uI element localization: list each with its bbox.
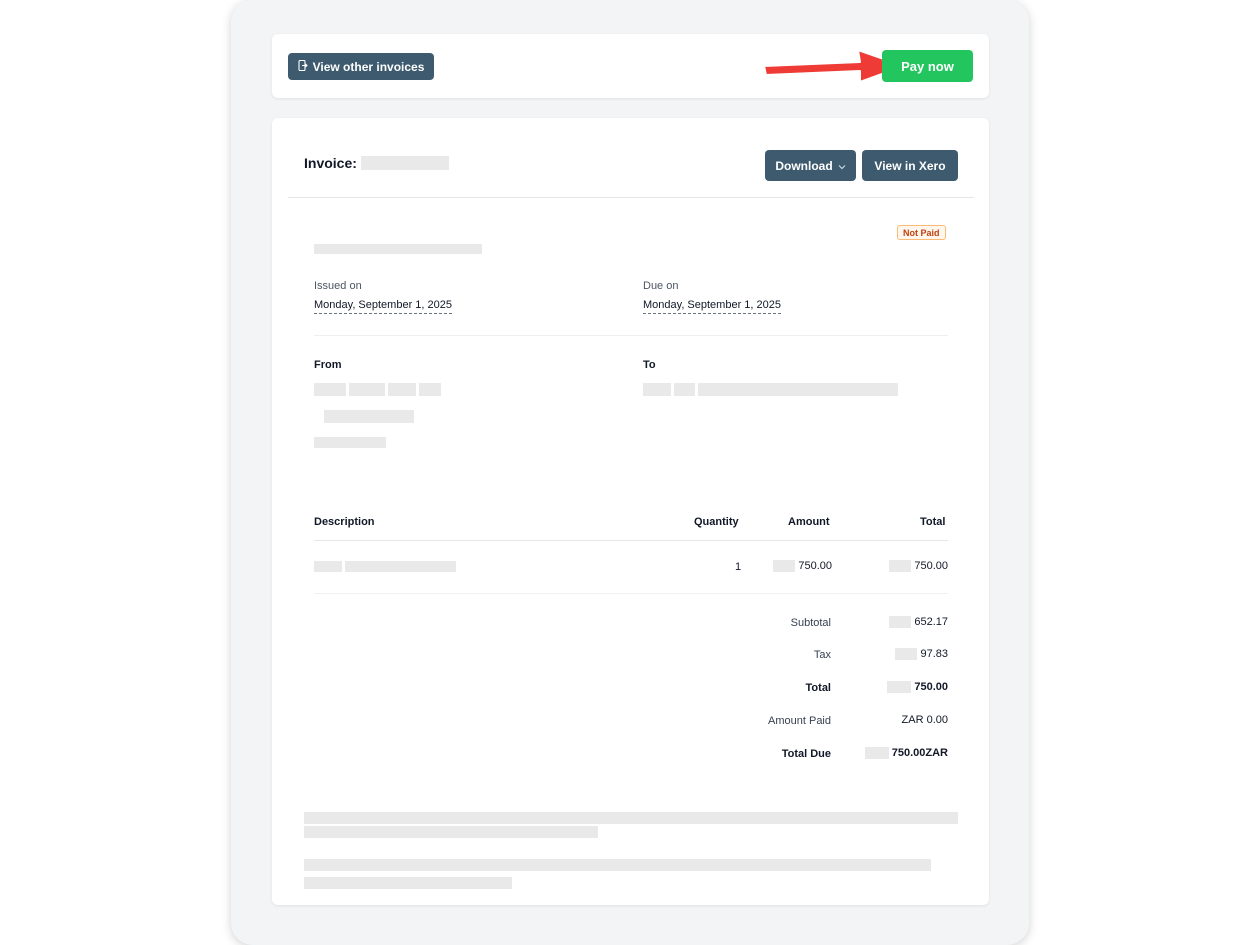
row-total: 750.00 (878, 560, 948, 572)
view-in-xero-label: View in Xero (874, 158, 946, 173)
redacted-text (304, 877, 512, 889)
redacted-currency (864, 747, 889, 759)
row-amount: 750.00 (762, 560, 832, 572)
total-due-amount: 750.00ZAR (891, 747, 948, 759)
download-label: Download (775, 158, 833, 173)
redacted-text (643, 383, 671, 396)
total-value: 750.00 (848, 681, 948, 693)
top-action-bar: View other invoices Pay now (272, 34, 989, 98)
redacted-invoice-number (360, 156, 449, 170)
redacted-text (304, 826, 598, 838)
redacted-text (349, 383, 385, 396)
subtotal-amount: 652.17 (914, 616, 948, 628)
row-amount-value: 750.00 (798, 560, 832, 572)
tax-value: 97.83 (848, 648, 948, 660)
pay-now-button[interactable]: Pay now (882, 50, 973, 82)
status-badge: Not Paid (897, 225, 946, 240)
invoice-title: Invoice: (304, 155, 449, 171)
due-date: Monday, September 1, 2025 (643, 299, 781, 314)
invoice-title-label: Invoice: (304, 155, 357, 171)
row-total-value: 750.00 (914, 560, 948, 572)
amount-paid-label: Amount Paid (768, 715, 831, 727)
table-header-divider (314, 540, 948, 541)
total-due-label: Total Due (781, 748, 831, 760)
redacted-text (314, 383, 346, 396)
subtotal-value: 652.17 (848, 616, 948, 628)
invoice-card: Invoice: Download View in Xero Not Paid … (272, 118, 989, 905)
to-label: To (643, 359, 656, 371)
redacted-text (698, 383, 898, 396)
col-quantity: Quantity (694, 516, 739, 528)
redacted-text (419, 383, 441, 396)
total-amount: 750.00 (914, 681, 948, 693)
redacted-text (314, 437, 386, 448)
tax-label: Tax (813, 649, 831, 661)
redacted-text (304, 859, 931, 871)
document-exit-icon (298, 59, 308, 74)
total-label: Total (805, 682, 831, 694)
redacted-currency (773, 560, 796, 572)
redacted-currency (889, 616, 912, 628)
invoice-window: View other invoices Pay now Invoice: Dow… (231, 0, 1029, 945)
from-label: From (314, 359, 342, 371)
header-divider (288, 197, 974, 198)
row-quantity: 1 (735, 561, 742, 573)
total-due-value: 750.00ZAR (838, 747, 948, 759)
view-in-xero-button[interactable]: View in Xero (862, 150, 958, 181)
col-amount: Amount (788, 516, 830, 528)
issued-on-label: Issued on (314, 280, 362, 292)
section-divider (314, 335, 948, 336)
col-total: Total (920, 516, 946, 528)
redacted-currency (889, 560, 912, 572)
redacted-text (345, 561, 456, 572)
chevron-down-icon (838, 159, 846, 173)
col-description: Description (314, 516, 375, 528)
redacted-company-name (314, 244, 482, 254)
issued-date: Monday, September 1, 2025 (314, 299, 452, 314)
redacted-text (674, 383, 695, 396)
redacted-currency (887, 681, 912, 693)
subtotal-label: Subtotal (790, 617, 831, 629)
redacted-currency (895, 648, 918, 660)
redacted-text (314, 561, 342, 572)
due-on-label: Due on (643, 280, 679, 292)
redacted-text (304, 812, 958, 824)
download-button[interactable]: Download (765, 150, 856, 181)
redacted-text (388, 383, 416, 396)
amount-paid-value: ZAR 0.00 (901, 714, 948, 726)
view-other-invoices-label: View other invoices (312, 59, 425, 74)
table-row-divider (314, 593, 948, 594)
redacted-text (324, 410, 414, 423)
view-other-invoices-button[interactable]: View other invoices (288, 53, 434, 80)
tax-amount: 97.83 (920, 648, 948, 660)
